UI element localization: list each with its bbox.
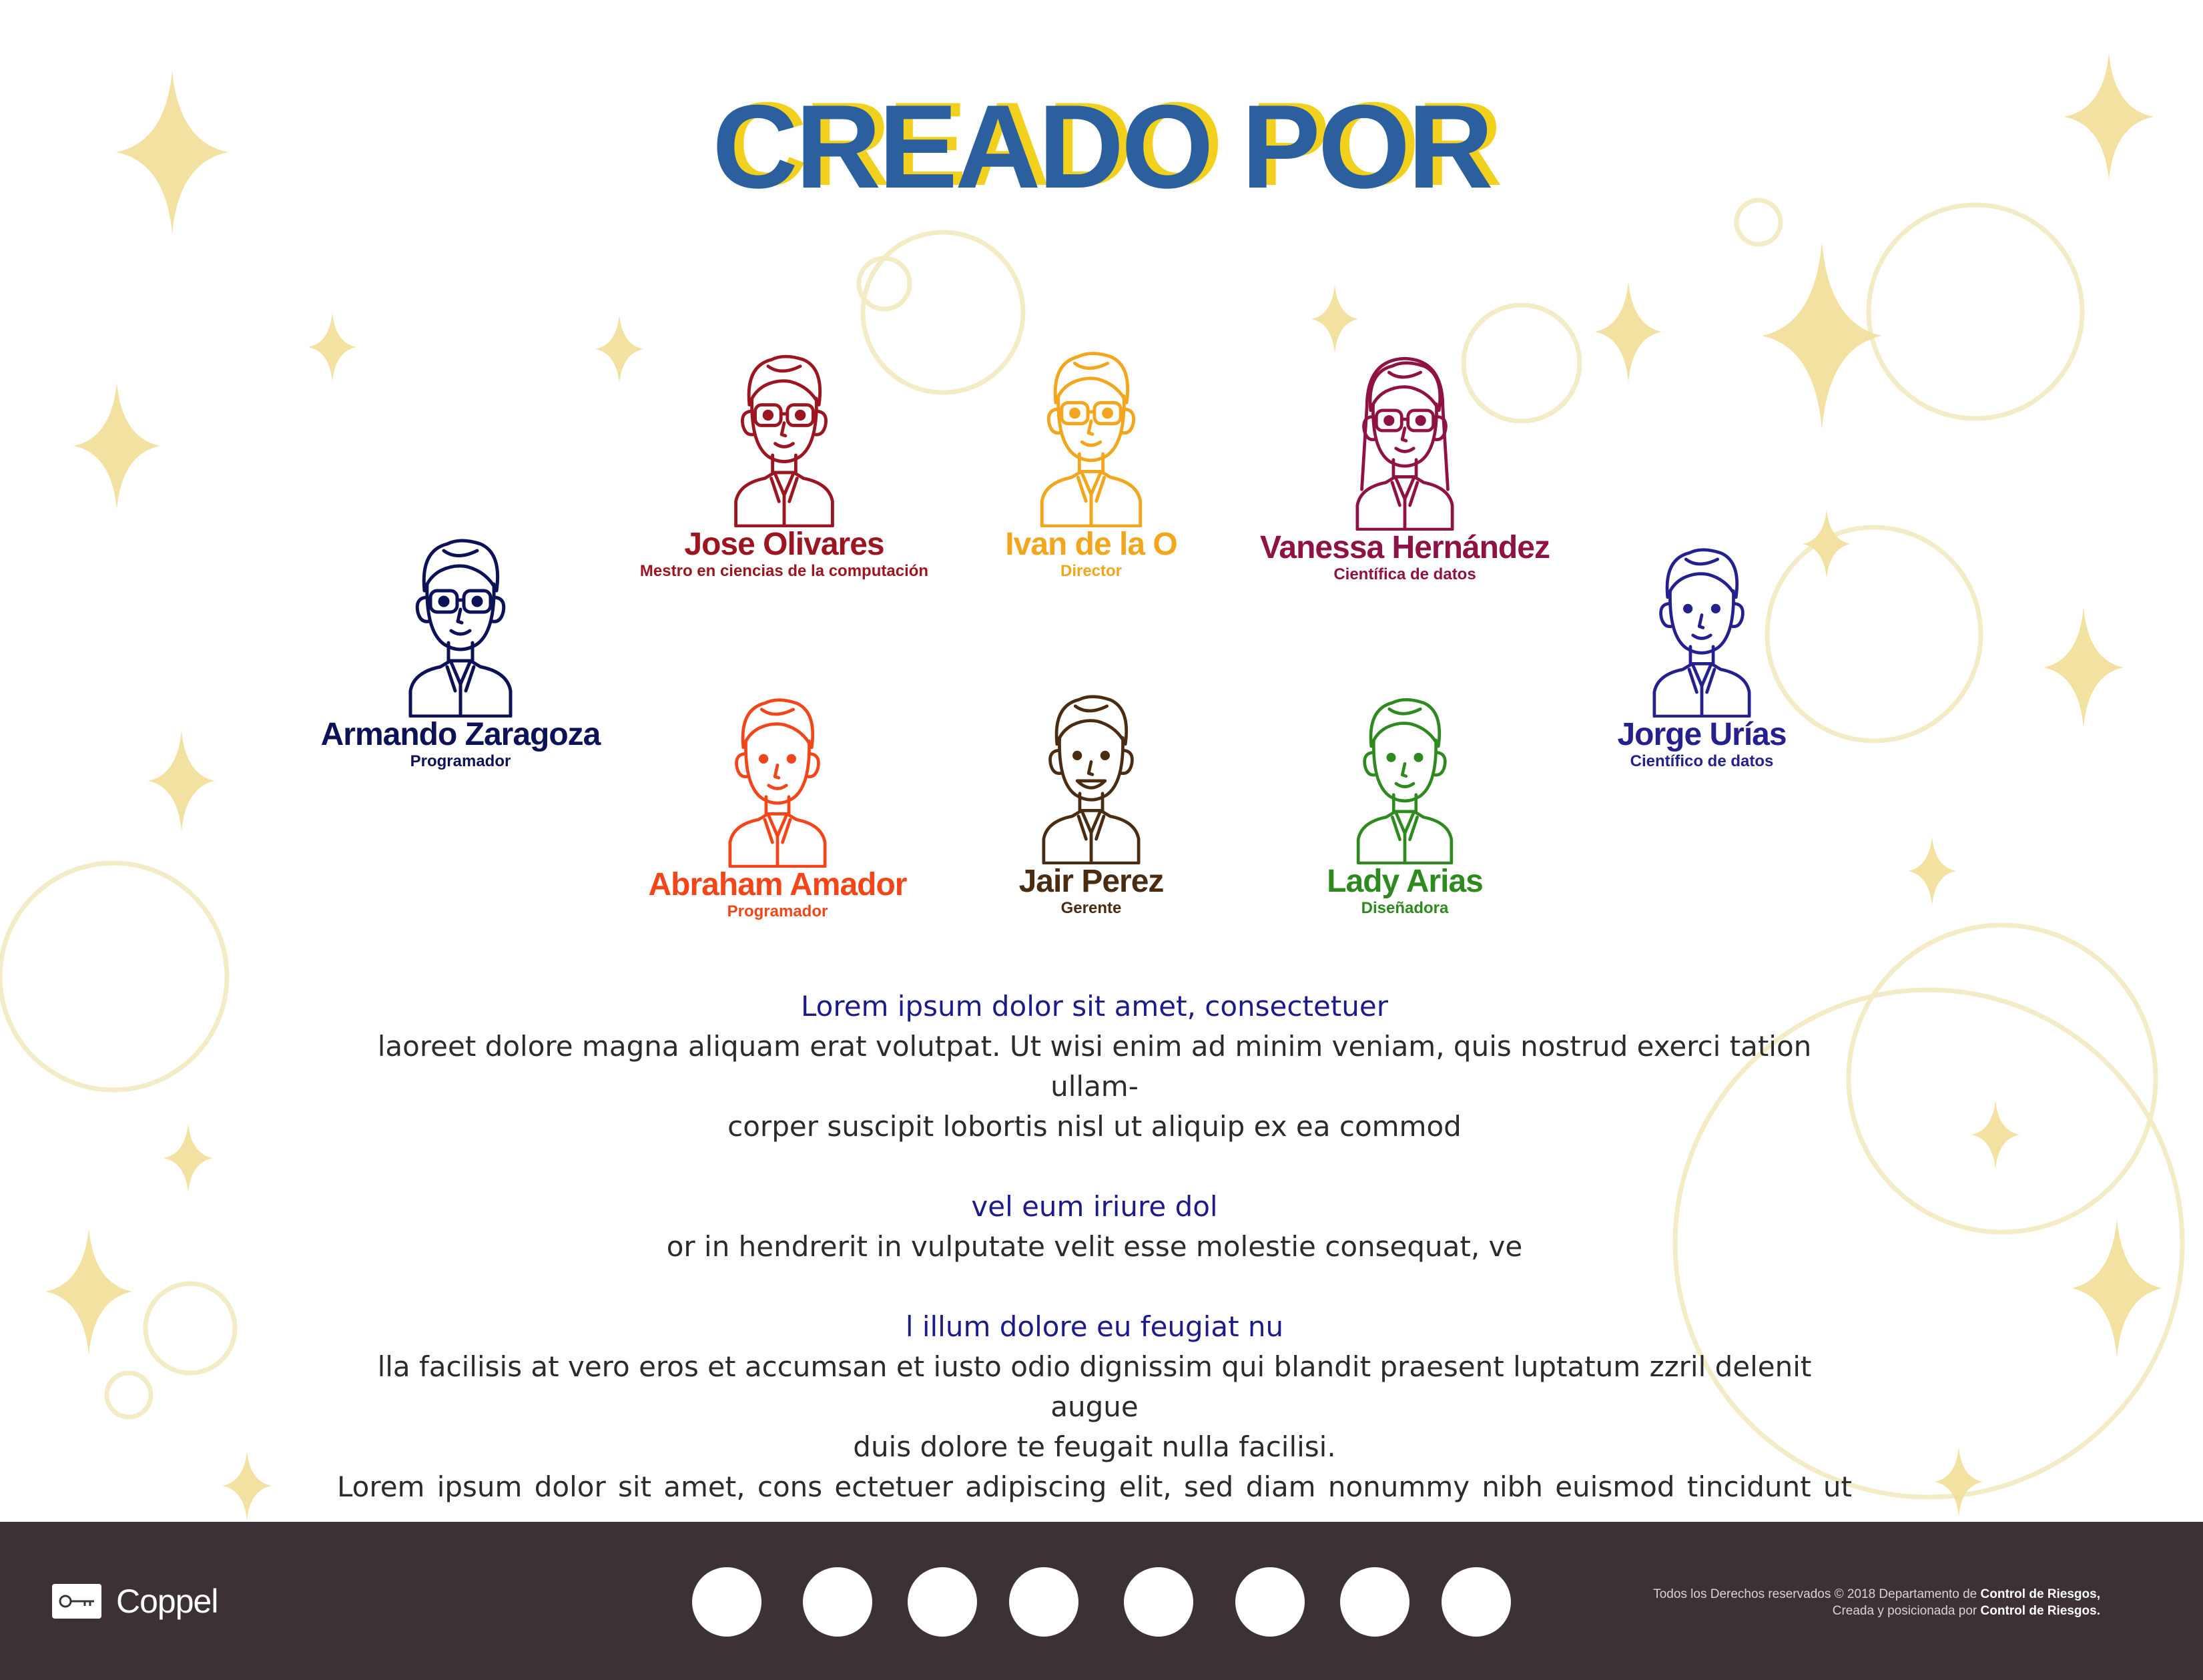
- team-member-jorge: Jorge Urías Científico de datos: [1595, 534, 1809, 771]
- team-member-name: Armando Zaragoza: [320, 717, 601, 752]
- team-member-name: Ivan de la O: [1005, 527, 1177, 562]
- team-member-lady: Lady Arias Diseñadora: [1271, 684, 1538, 918]
- team-member-name: Jose Olivares: [684, 527, 884, 562]
- section-heading: vel eum iriure dol: [971, 1190, 1218, 1223]
- team-member-jose: Jose Olivares Mestro en ciencias de la c…: [624, 340, 944, 581]
- team-member-name: Abraham Amador: [648, 867, 908, 902]
- team-member-vanessa: Vanessa Hernández Científica de datos: [1255, 347, 1555, 584]
- team-member-role: Gerente: [1060, 899, 1122, 917]
- nav-dot-1[interactable]: [692, 1567, 761, 1637]
- nav-dot-5[interactable]: [1124, 1567, 1193, 1637]
- description-block: Lorem ipsum dolor sit amet, consectetuer…: [337, 987, 1852, 1507]
- team-member-role: Mestro en ciencias de la computación: [639, 562, 929, 580]
- paragraph-line: corper suscipit lobortis nisl ut aliquip…: [727, 1110, 1462, 1143]
- team-member-name: Lady Arias: [1327, 864, 1484, 899]
- footer: Coppel Todos los Derechos reservados © 2…: [0, 1522, 2203, 1680]
- team-member-ivan: Ivan de la O Director: [958, 337, 1225, 581]
- team-member-role: Director: [1060, 562, 1123, 580]
- avatar-icon: [734, 354, 834, 527]
- team-member-role: Diseñadora: [1361, 899, 1449, 917]
- section-heading: l illum dolore eu feugiat nu: [905, 1310, 1284, 1343]
- copyright-text: Todos los Derechos reservados © 2018 Dep…: [1653, 1586, 2100, 1619]
- team-member-role: Programador: [410, 752, 511, 770]
- team-member-abraham: Abraham Amador Programador: [634, 684, 921, 921]
- copyright-prefix: Todos los Derechos reservados © 2018 Dep…: [1653, 1587, 1981, 1601]
- avatar-icon: [728, 698, 827, 868]
- paragraph-line: laoreet dolore magna aliquam erat volutp…: [377, 1030, 1812, 1103]
- section-heading: Lorem ipsum dolor sit amet, consectetuer: [801, 990, 1388, 1023]
- copyright-line2: Creada y posicionada por: [1832, 1604, 1981, 1618]
- avatar-icon: [1040, 352, 1143, 527]
- avatar-icon: [1042, 695, 1141, 864]
- paragraph-line: duis dolore te feugait nulla facilisi.: [853, 1430, 1336, 1463]
- team-member-name: Jorge Urías: [1617, 717, 1787, 752]
- avatar-icon: [408, 539, 513, 718]
- avatar-icon: [1355, 356, 1454, 531]
- nav-dot-2[interactable]: [803, 1567, 872, 1637]
- coppel-logo[interactable]: Coppel: [52, 1582, 218, 1621]
- copyright-dept: Control de Riesgos,: [1980, 1587, 2100, 1601]
- key-icon: [52, 1584, 101, 1619]
- team-member-jair: Jair Perez Gerente: [958, 681, 1225, 918]
- nav-dot-7[interactable]: [1340, 1567, 1409, 1637]
- nav-dot-6[interactable]: [1235, 1567, 1305, 1637]
- paragraph-line: or in hendrerit in vulputate velit esse …: [666, 1230, 1523, 1263]
- nav-dot-3[interactable]: [908, 1567, 977, 1637]
- team-member-role: Científica de datos: [1333, 565, 1476, 583]
- copyright-dept2: Control de Riesgos.: [1980, 1604, 2100, 1618]
- page-title-text: CREADO POR: [712, 80, 1494, 213]
- nav-dot-8[interactable]: [1442, 1567, 1511, 1637]
- nav-dot-4[interactable]: [1009, 1567, 1078, 1637]
- team-member-armando: Armando Zaragoza Programador: [320, 524, 601, 771]
- team-member-role: Programador: [727, 902, 828, 920]
- avatar-icon: [1652, 548, 1751, 718]
- page-title: CREADO POR CREADO POR: [0, 73, 2203, 220]
- paragraph-line: lla facilisis at vero eros et accumsan e…: [377, 1350, 1812, 1423]
- team-member-role: Científico de datos: [1630, 752, 1774, 770]
- paragraph-line: Lorem ipsum dolor sit amet, cons ectetue…: [337, 1470, 1852, 1503]
- team-member-name: Jair Perez: [1018, 864, 1165, 899]
- team-member-name: Vanessa Hernández: [1260, 530, 1550, 565]
- brand-name: Coppel: [116, 1583, 218, 1620]
- avatar-icon: [1356, 697, 1454, 864]
